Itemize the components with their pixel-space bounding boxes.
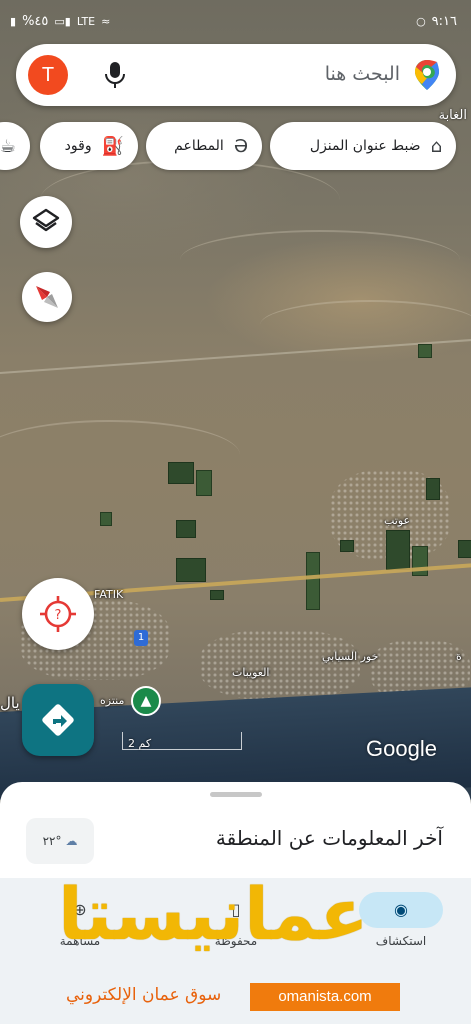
layers-icon — [32, 208, 60, 232]
chip-fuel-label: وقود — [64, 138, 92, 154]
gas-station-icon: ⛽ — [101, 135, 124, 157]
map-label-fatik[interactable]: FATIK — [94, 588, 123, 601]
svg-text:?: ? — [55, 608, 62, 623]
map-field — [100, 512, 112, 526]
signal-icon: ▭▮ — [54, 15, 71, 28]
search-input[interactable]: البحث هنا — [325, 63, 400, 85]
search-bar[interactable]: T البحث هنا — [16, 44, 456, 106]
map-label-partial-right: ة — [456, 650, 462, 663]
map-label-khor[interactable]: خور السيابي — [322, 650, 378, 663]
map-field — [386, 530, 410, 570]
compass-icon — [36, 286, 58, 308]
directions-button[interactable] — [22, 684, 94, 756]
account-avatar[interactable]: T — [28, 55, 68, 95]
sheet-drag-handle[interactable] — [210, 792, 262, 797]
map-field — [418, 344, 432, 358]
chip-fuel[interactable]: ⛽ وقود — [40, 122, 138, 170]
sheet-title: آخر المعلومات عن المنطقة — [215, 826, 443, 850]
watermark-subtitle: سوق عمان الإلكتروني — [66, 985, 222, 1005]
chip-home-label: ضبط عنوان المنزل — [309, 138, 421, 154]
map-field — [196, 470, 212, 496]
tab-explore-label: استكشاف — [375, 934, 427, 948]
google-maps-logo-icon — [415, 60, 439, 90]
map-label-aweeb[interactable]: عوتب — [384, 514, 410, 527]
home-icon: ⌂ — [430, 135, 442, 157]
map-field — [306, 552, 320, 610]
directions-icon — [42, 704, 74, 736]
compass-button[interactable] — [22, 272, 72, 322]
network-type: LTE — [76, 15, 96, 28]
chip-restaurants-label: المطاعم — [174, 138, 224, 154]
fork-knife-icon: Ә — [233, 135, 248, 157]
road-number-shield: 1 — [134, 630, 148, 646]
watermark-domain: omanista.com — [250, 983, 400, 1011]
map-field — [168, 462, 194, 484]
map-wadi — [40, 160, 340, 240]
map-label-aweebat[interactable]: العويبات — [232, 666, 270, 679]
park-pin-icon[interactable]: ▲ — [131, 686, 161, 716]
map-scale-label: 2 كم — [128, 737, 152, 750]
battery-icon: ▮ — [10, 15, 17, 28]
clock: ٩:١٦ — [431, 14, 457, 29]
microphone-icon[interactable] — [102, 60, 128, 90]
google-logo: Google — [366, 736, 437, 761]
map-field — [458, 540, 471, 558]
weather-partly-cloudy-night-icon: ☁ — [65, 834, 78, 848]
map-label-partial-left: يال — [0, 694, 20, 712]
map-wadi — [180, 230, 460, 290]
whatsapp-icon: ○ — [416, 15, 426, 28]
temperature: °٢٢ — [42, 834, 62, 848]
my-location-button[interactable]: ? — [22, 578, 94, 650]
chip-set-home[interactable]: ⌂ ضبط عنوان المنزل — [270, 122, 456, 170]
map-field — [176, 558, 206, 582]
weather-chip[interactable]: ☁ °٢٢ — [26, 818, 94, 864]
map-field — [210, 590, 224, 600]
map-field — [340, 540, 354, 552]
chip-restaurants[interactable]: Ә المطاعم — [146, 122, 262, 170]
map-field — [176, 520, 196, 538]
map-wadi — [260, 300, 471, 350]
map-label-alghaba[interactable]: الغابة — [439, 108, 467, 123]
wifi-icon: ≈ — [101, 15, 111, 28]
status-bar: ▮ %٤٥ ▭▮ LTE ≈ ○ ٩:١٦ — [0, 0, 471, 44]
watermark-logo: عمانيستا — [58, 872, 369, 956]
satellite-map[interactable]: FATIK عوتب خور السيابي العويبات منتزه ة … — [0, 0, 471, 800]
layers-button[interactable] — [20, 196, 72, 248]
location-unknown-icon: ? — [40, 596, 76, 632]
coffee-icon: ☕ — [0, 135, 16, 157]
map-town — [200, 630, 360, 700]
map-field — [426, 478, 440, 500]
map-label-park[interactable]: منتزه — [100, 694, 124, 707]
battery-level: %٤٥ — [22, 14, 49, 29]
explore-pin-icon: ◉ — [359, 892, 443, 928]
